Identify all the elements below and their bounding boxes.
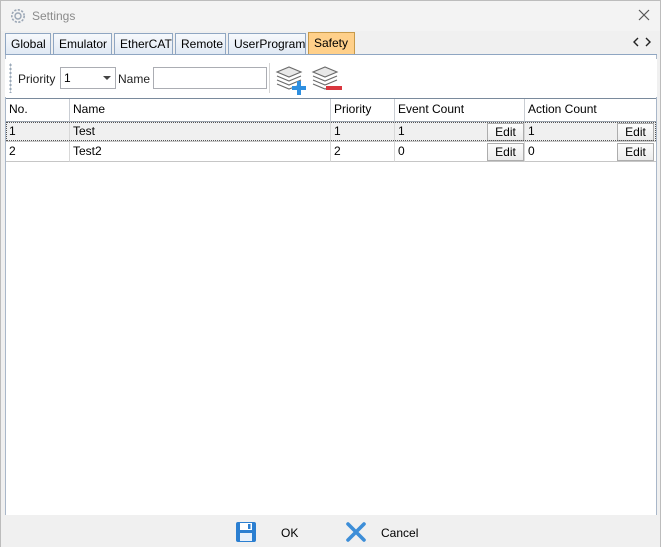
toolbar-separator [269,63,270,93]
tab-scroll-right-icon[interactable] [643,36,653,48]
tab-global[interactable]: Global [5,33,51,55]
tab-strip: Global Emulator EtherCAT Remote UserProg… [5,32,657,55]
column-header-event-count[interactable]: Event Count [395,99,525,122]
priority-label: Priority [18,72,56,86]
window-title: Settings [32,9,76,23]
name-input[interactable] [153,67,267,89]
column-header-action-count[interactable]: Action Count [525,99,656,122]
column-header-priority[interactable]: Priority [331,99,395,122]
tab-label: Safety [314,36,349,50]
chevron-down-icon [103,76,111,80]
toolbar-grip[interactable] [9,63,12,93]
cancel-label: Cancel [381,526,419,540]
name-label: Name [118,72,151,86]
dialog-footer: OK Cancel [1,515,660,547]
safety-toolbar: Priority 1 Name [5,59,657,97]
cell-name: Test [70,122,331,142]
edit-actions-button[interactable]: Edit [617,143,654,161]
tab-label: EtherCAT [120,37,172,51]
tab-scroll-left-icon[interactable] [631,36,641,48]
tab-label: Emulator [59,37,108,51]
close-icon[interactable] [636,7,652,23]
cancel-button[interactable]: Cancel [344,519,424,545]
tab-label: Remote [181,37,224,51]
cell-no: 2 [6,142,70,162]
close-x-icon [346,522,366,542]
safety-table: No. Name Priority Event Count Action Cou… [6,98,656,515]
tab-label: UserProgram [234,37,306,51]
title-bar: Settings [1,1,660,31]
column-header-no[interactable]: No. [6,99,70,122]
priority-combo[interactable]: 1 [60,67,116,89]
column-header-name[interactable]: Name [70,99,331,122]
tab-label: Global [11,37,46,51]
edit-actions-button[interactable]: Edit [617,123,654,141]
save-icon [236,522,256,542]
cell-name: Test2 [70,142,331,162]
edit-events-button[interactable]: Edit [487,123,524,141]
tab-emulator[interactable]: Emulator [53,33,112,55]
tab-safety[interactable]: Safety [308,32,355,55]
remove-layer-icon[interactable] [311,63,345,95]
ok-label: OK [281,526,299,540]
tab-ethercat[interactable]: EtherCAT [114,33,173,55]
edit-events-button[interactable]: Edit [487,143,524,161]
settings-window: Settings Global Emulator EtherCAT Remote… [0,0,661,547]
tab-remote[interactable]: Remote [175,33,226,55]
priority-value: 1 [64,71,71,85]
add-layer-icon[interactable] [275,63,309,95]
cell-no: 1 [6,122,70,142]
cell-priority: 2 [331,142,395,162]
gear-icon [11,9,25,23]
tab-userprogram[interactable]: UserProgram [228,33,306,55]
cell-priority: 1 [331,122,395,142]
ok-button[interactable]: OK [234,519,304,545]
